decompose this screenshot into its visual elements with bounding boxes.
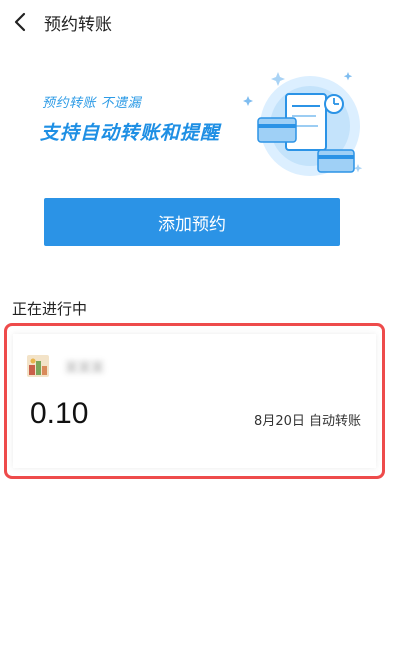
payee-name: 某某某 (65, 361, 105, 376)
appointment-card[interactable]: 某某某 0.10 8月20日 自动转账 (4, 323, 385, 479)
add-appointment-button[interactable]: 添加预约 (44, 198, 340, 246)
avatar (27, 355, 49, 377)
banner-subtitle: 预约转账 不遗漏 (42, 96, 142, 111)
back-button[interactable] (0, 0, 40, 44)
transfer-schedule: 8月20日 自动转账 (254, 414, 361, 429)
page-title: 预约转账 (44, 14, 112, 35)
chevron-left-icon (14, 12, 26, 32)
transfer-amount: 0.10 (30, 397, 89, 430)
banner-headline: 支持自动转账和提醒 (40, 122, 221, 144)
transfer-illustration-icon (243, 72, 363, 176)
section-title-in-progress: 正在进行中 (12, 300, 88, 318)
promo-banner: 预约转账 不遗漏 支持自动转账和提醒 (0, 58, 400, 183)
top-bar: 预约转账 (0, 0, 400, 44)
